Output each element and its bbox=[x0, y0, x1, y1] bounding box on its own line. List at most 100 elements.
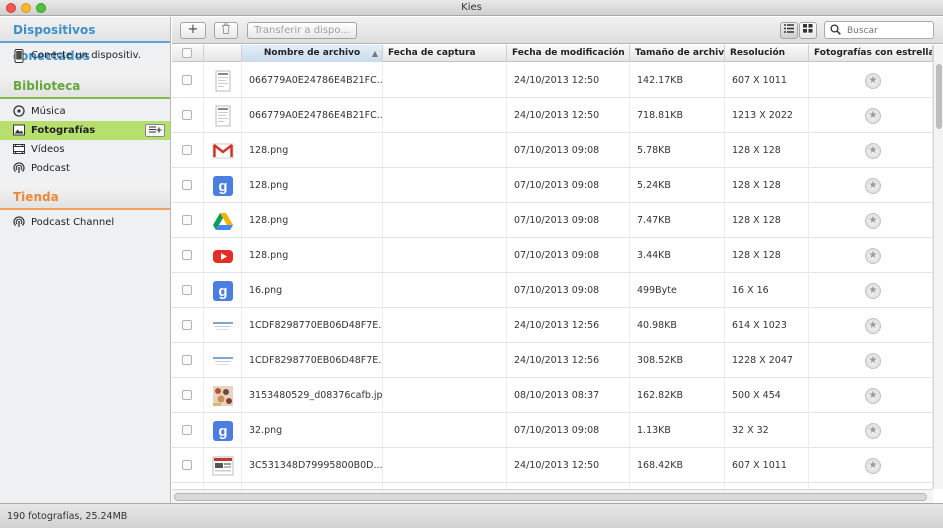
zoom-window-button[interactable] bbox=[36, 3, 46, 13]
sidebar-item-podcast[interactable]: Podcast bbox=[0, 159, 170, 178]
grid-view-icon bbox=[803, 24, 813, 36]
search-input[interactable] bbox=[847, 24, 931, 37]
file-name-cell: 128.png bbox=[242, 238, 383, 273]
sidebar-item-label: Conecte un dispositiv. bbox=[31, 50, 142, 61]
file-name-cell: 1CDF8298770EB06D48F7E... bbox=[242, 308, 383, 343]
minimize-window-button[interactable] bbox=[21, 3, 31, 13]
resolution-cell: 1228 X 2047 bbox=[725, 343, 809, 378]
connected-devices-header: Dispositivos conectados bbox=[0, 17, 170, 63]
star-icon[interactable]: ★ bbox=[865, 283, 881, 299]
window-title: Kies bbox=[461, 2, 482, 13]
capture-date-cell bbox=[383, 308, 507, 343]
capture-date-cell bbox=[383, 448, 507, 483]
transfer-to-device-button[interactable]: Transferir a dispo... bbox=[247, 22, 357, 39]
row-checkbox[interactable] bbox=[182, 285, 192, 295]
row-checkbox[interactable] bbox=[182, 460, 192, 470]
star-icon[interactable]: ★ bbox=[865, 73, 881, 89]
sidebar-item-videos[interactable]: Vídeos bbox=[0, 140, 170, 159]
table-row[interactable]: g 32.png 07/10/2013 09:08 1.13KB 32 X 32 ★ bbox=[172, 413, 933, 448]
podcast-icon bbox=[13, 216, 25, 228]
star-icon[interactable]: ★ bbox=[865, 458, 881, 474]
row-checkbox[interactable] bbox=[182, 110, 192, 120]
add-button[interactable]: + bbox=[180, 22, 206, 39]
sidebar-item-label: Podcast bbox=[31, 163, 70, 174]
column-header-modified-date[interactable]: Fecha de modificación bbox=[507, 45, 630, 62]
row-checkbox[interactable] bbox=[182, 355, 192, 365]
table-row[interactable]: 066779A0E24786E4B21FC... 24/10/2013 12:50… bbox=[172, 98, 933, 133]
vertical-scrollbar[interactable] bbox=[933, 45, 943, 489]
thumbnail-cell bbox=[204, 343, 242, 378]
modified-date-cell: 07/10/2013 09:08 bbox=[507, 203, 630, 238]
table-row[interactable]: 1CDF8298770EB06D48F7E... 24/10/2013 12:56… bbox=[172, 343, 933, 378]
row-checkbox[interactable] bbox=[182, 425, 192, 435]
horizontal-scrollbar[interactable] bbox=[172, 489, 933, 503]
row-checkbox[interactable] bbox=[182, 250, 192, 260]
sidebar-item-photos[interactable]: Fotografías bbox=[0, 121, 170, 140]
row-checkbox[interactable] bbox=[182, 180, 192, 190]
star-icon[interactable]: ★ bbox=[865, 143, 881, 159]
resolution-cell: 1213 X 2022 bbox=[725, 98, 809, 133]
photo-icon bbox=[13, 124, 25, 136]
table-row[interactable]: 3153480529_d08376cafb.jpg 08/10/2013 08:3… bbox=[172, 378, 933, 413]
table-row[interactable]: g 16.png 07/10/2013 09:08 499Byte 16 X 16 ★ bbox=[172, 273, 933, 308]
star-icon[interactable]: ★ bbox=[865, 108, 881, 124]
table-row[interactable]: g 128.png 07/10/2013 09:08 5.24KB 128 X 128 ★ bbox=[172, 168, 933, 203]
row-select-cell bbox=[172, 343, 204, 378]
star-icon[interactable]: ★ bbox=[865, 388, 881, 404]
svg-text:g: g bbox=[218, 423, 227, 440]
sidebar-item-music[interactable]: Música bbox=[0, 102, 170, 121]
file-name-cell: 3C531348D79995800B0D... bbox=[242, 448, 383, 483]
vertical-scroll-knob[interactable] bbox=[936, 64, 942, 129]
resolution-cell: 607 X 1011 bbox=[725, 448, 809, 483]
search-box[interactable] bbox=[824, 21, 934, 39]
delete-button[interactable] bbox=[214, 22, 238, 39]
sidebar-item-podcast-channel[interactable]: Podcast Channel bbox=[0, 213, 170, 232]
close-window-button[interactable] bbox=[6, 3, 16, 13]
star-icon[interactable]: ★ bbox=[865, 353, 881, 369]
star-icon[interactable]: ★ bbox=[865, 178, 881, 194]
file-name-cell: 3153480529_d08376cafb.jpg bbox=[242, 378, 383, 413]
list-view-button[interactable] bbox=[780, 22, 798, 39]
file-size-cell: 499Byte bbox=[630, 273, 725, 308]
row-checkbox[interactable] bbox=[182, 145, 192, 155]
star-icon[interactable]: ★ bbox=[865, 248, 881, 264]
select-all-checkbox[interactable] bbox=[182, 48, 192, 58]
column-header-resolution[interactable]: Resolución bbox=[725, 45, 809, 62]
table-row[interactable]: 1CDF8298770EB06D48F7E... 24/10/2013 12:56… bbox=[172, 308, 933, 343]
row-checkbox[interactable] bbox=[182, 215, 192, 225]
star-icon[interactable]: ★ bbox=[865, 423, 881, 439]
column-header-file-name[interactable]: Nombre de archivo ▲ bbox=[242, 45, 383, 62]
resolution-cell: 128 X 128 bbox=[725, 133, 809, 168]
table-row[interactable]: 128.png 07/10/2013 09:08 3.44KB 128 X 128 ★ bbox=[172, 238, 933, 273]
star-icon[interactable]: ★ bbox=[865, 213, 881, 229]
column-header-capture-date[interactable]: Fecha de captura bbox=[383, 45, 507, 62]
file-size-cell: 1.13KB bbox=[630, 413, 725, 448]
grid-view-button[interactable] bbox=[799, 22, 817, 39]
starred-cell: ★ bbox=[809, 273, 933, 308]
table-row[interactable]: 3C531348D79995800B0D... 24/10/2013 12:50 1… bbox=[172, 448, 933, 483]
modified-date-cell: 07/10/2013 09:08 bbox=[507, 273, 630, 308]
column-header-file-size[interactable]: Tamaño de archivo bbox=[630, 45, 725, 62]
table-row[interactable]: 066779A0E24786E4B21FC... 24/10/2013 12:50… bbox=[172, 63, 933, 98]
thumbnail-cell: g bbox=[204, 168, 242, 203]
file-size-cell: 168.42KB bbox=[630, 448, 725, 483]
resolution-cell: 128 X 128 bbox=[725, 168, 809, 203]
row-checkbox[interactable] bbox=[182, 390, 192, 400]
row-checkbox[interactable] bbox=[182, 75, 192, 85]
modified-date-cell: 07/10/2013 09:08 bbox=[507, 133, 630, 168]
add-photos-button[interactable] bbox=[145, 124, 165, 137]
file-size-cell: 718.81KB bbox=[630, 98, 725, 133]
table-row[interactable]: 128.png 07/10/2013 09:08 7.47KB 128 X 128 ★ bbox=[172, 203, 933, 238]
row-select-cell bbox=[172, 63, 204, 98]
column-header-starred[interactable]: Fotografías con estrellas bbox=[809, 45, 933, 62]
table-row[interactable]: 128.png 07/10/2013 09:08 5.78KB 128 X 128 ★ bbox=[172, 133, 933, 168]
star-icon[interactable]: ★ bbox=[865, 318, 881, 334]
starred-cell: ★ bbox=[809, 413, 933, 448]
horizontal-scroll-knob[interactable] bbox=[174, 493, 927, 501]
thumbnail-cell bbox=[204, 133, 242, 168]
webpage-thumbnail bbox=[212, 455, 234, 477]
row-checkbox[interactable] bbox=[182, 320, 192, 330]
starred-cell: ★ bbox=[809, 168, 933, 203]
row-select-cell bbox=[172, 168, 204, 203]
sidebar-item-connect-device[interactable]: Conecte un dispositiv. bbox=[0, 45, 170, 67]
